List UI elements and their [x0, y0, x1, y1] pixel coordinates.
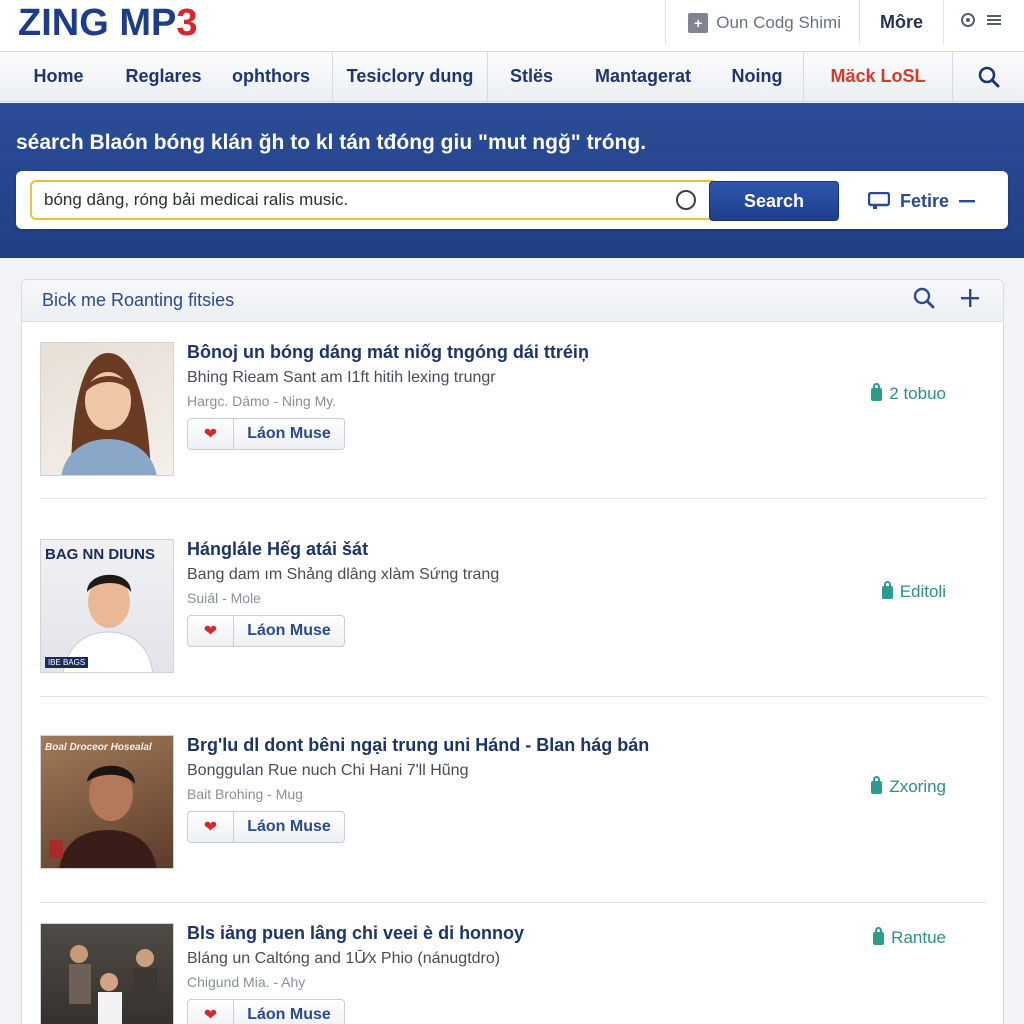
results-panel: Bick me Roanting fitsies Bônoj un bóng d…	[21, 279, 1004, 1024]
result-actions: ❤ Láon Muse	[187, 811, 345, 843]
like-button[interactable]: ❤	[188, 1000, 234, 1024]
nav-item-reglares[interactable]: Reglares	[117, 52, 210, 101]
result-title[interactable]: Bônoj un bóng dáng mát niốg tngóng dái t…	[187, 342, 589, 363]
result-status: Rantue	[873, 926, 946, 948]
search-button[interactable]: Search	[709, 181, 839, 221]
top-right-controls: + Oun Codg Shimi Môre	[665, 0, 1024, 45]
nav-item-mack-losl[interactable]: Mäck LoSL	[803, 52, 952, 101]
result-thumbnail[interactable]: Boal Droceor Hosealal	[40, 735, 174, 869]
user-menu[interactable]: + Oun Codg Shimi	[665, 0, 859, 45]
result-subtitle: Bláng un Caltóng and 1Ū⁄x Phio (nánugtdr…	[187, 950, 501, 967]
top-header: ZING MP3 + Oun Codg Shimi Môre	[0, 0, 1024, 52]
result-item[interactable]: BAG NN DIUNS ǀBE BAGS Hánglále Hếg atái …	[40, 499, 986, 697]
collapse-icon	[959, 200, 976, 203]
result-thumbnail[interactable]	[40, 342, 174, 476]
result-actions: ❤ Láon Muse	[187, 615, 345, 647]
result-title[interactable]: Hánglále Hếg atái šát	[187, 539, 368, 560]
result-item[interactable]: Boal Droceor Hosealal Brg'lu dl dont bên…	[40, 697, 986, 903]
result-thumbnail[interactable]	[40, 923, 174, 1024]
result-thumbnail[interactable]: BAG NN DIUNS ǀBE BAGS	[40, 539, 174, 673]
nav-item-tesiclory-dung[interactable]: Tesiclory dung	[332, 52, 487, 101]
search-section: séarch Blaón bóng klán ğh to kl tán tđón…	[0, 103, 1024, 258]
nav-item-home[interactable]: Home	[0, 52, 117, 101]
panel-search-icon[interactable]	[913, 287, 935, 314]
thumbnail-caption: BAG NN DIUNS	[45, 546, 156, 563]
search-input[interactable]	[30, 180, 718, 220]
listen-button[interactable]: Láon Muse	[234, 419, 344, 449]
thumbnail-caption: Boal Droceor Hosealal	[45, 742, 152, 753]
thumbnail-tag: ǀBE BAGS	[45, 657, 89, 668]
result-status: 2 tobuo	[871, 382, 946, 404]
result-meta: Bait Brohing - Mug	[187, 786, 303, 802]
lock-icon	[871, 775, 883, 794]
main-nav: Home Reglares ophthors Tesiclory dung St…	[0, 52, 1024, 102]
nav-item-mantagerat[interactable]: Mantagerat	[575, 52, 711, 101]
heart-icon: ❤	[203, 623, 218, 640]
search-clear-icon[interactable]	[676, 190, 696, 210]
filter-label: Fetire	[900, 190, 950, 211]
settings-icon[interactable]	[960, 12, 976, 33]
menu-icon[interactable]	[986, 13, 1002, 32]
status-label: Zxoring	[889, 777, 946, 796]
like-button[interactable]: ❤	[188, 419, 234, 449]
heart-icon: ❤	[203, 426, 218, 443]
lock-icon	[871, 382, 883, 401]
singer-portrait-image	[61, 353, 157, 475]
search-box: Search Fetire	[16, 171, 1008, 229]
result-status: Zxoring	[871, 775, 946, 797]
like-button[interactable]: ❤	[188, 812, 234, 842]
like-button[interactable]: ❤	[188, 616, 234, 646]
filter-icon	[868, 192, 890, 209]
search-icon	[978, 66, 999, 87]
panel-header: Bick me Roanting fitsies	[22, 280, 1003, 322]
more-button[interactable]: Môre	[858, 0, 943, 45]
nav-item-stles[interactable]: Stlës	[487, 52, 575, 101]
result-title[interactable]: Brg'lu dl dont bêni ngại trung uni Hánd …	[187, 735, 649, 756]
listen-button[interactable]: Láon Muse	[234, 1000, 344, 1024]
nav-item-ophthors[interactable]: ophthors	[210, 52, 332, 101]
heart-icon: ❤	[203, 1007, 218, 1024]
status-label: Rantue	[891, 928, 946, 947]
search-headline: séarch Blaón bóng klán ğh to kl tán tđón…	[16, 131, 647, 154]
panel-title: Bick me Roanting fitsies	[42, 290, 235, 310]
result-item[interactable]: Bônoj un bóng dáng mát niốg tngóng dái t…	[40, 322, 986, 499]
status-label: Editoli	[899, 582, 946, 601]
nav-search-button[interactable]	[952, 52, 1024, 101]
result-meta: Hargc. Dámo - Ning My.	[187, 393, 337, 409]
lock-icon	[881, 580, 893, 599]
lock-icon	[873, 926, 885, 945]
heart-icon: ❤	[203, 819, 218, 836]
result-item[interactable]: Bls iảng puen lâng chi veei è di honnoy …	[40, 903, 986, 1024]
result-subtitle: Bang dam ım Shảng dlâng xlàm Sứng trang	[187, 566, 500, 583]
add-icon[interactable]	[961, 289, 979, 312]
listen-button[interactable]: Láon Muse	[234, 812, 344, 842]
result-actions: ❤ Láon Muse	[187, 418, 345, 450]
user-icon: +	[688, 12, 709, 33]
nav-item-noing[interactable]: Noing	[711, 52, 803, 101]
filter-button[interactable]: Fetire	[868, 181, 996, 221]
result-status: Editoli	[881, 580, 946, 602]
result-meta: Suiál - Mole	[187, 590, 261, 606]
result-title[interactable]: Bls iảng puen lâng chi veei è di honnoy	[187, 923, 524, 944]
panel-tools	[913, 287, 983, 314]
band-photo-image	[69, 945, 157, 1024]
user-label: Oun Codg Shimi	[716, 12, 841, 32]
zing-mp3-logo[interactable]: ZING MP3	[18, 2, 197, 45]
result-subtitle: Bonggulan Rue nuch Chi Hani 7'll Hũng	[187, 762, 469, 779]
result-actions: ❤ Láon Muse	[187, 999, 345, 1024]
result-subtitle: Bhing Rieam Sant am I1ft hitih lexing tr…	[187, 369, 496, 386]
singer-portrait-image	[49, 765, 157, 868]
listen-button[interactable]: Láon Muse	[234, 616, 344, 646]
result-meta: Chigund Mia. - Ahy	[187, 974, 306, 990]
top-icons	[943, 0, 1024, 45]
status-label: 2 tobuo	[889, 384, 946, 403]
